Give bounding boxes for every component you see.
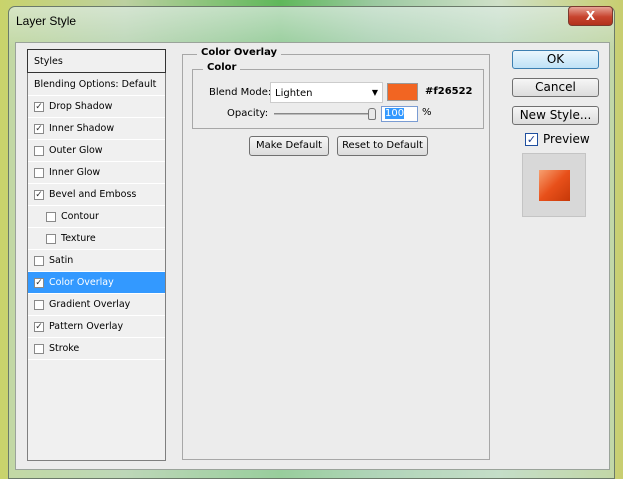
checkbox-icon[interactable]	[34, 255, 44, 266]
style-item[interactable]: Inner Glow	[28, 162, 165, 184]
preview-swatch	[539, 170, 570, 201]
style-item-label: Gradient Overlay	[49, 299, 131, 310]
style-item-label: Pattern Overlay	[49, 321, 124, 332]
preview-checkbox[interactable]: ✓ Preview	[525, 132, 590, 146]
styles-list: Styles Blending Options: Default ✓ Drop Sh…	[27, 49, 166, 461]
blend-mode-value: Lighten	[275, 88, 313, 99]
style-item-label: Stroke	[49, 343, 80, 354]
style-item[interactable]: Blending Options: Default	[28, 74, 165, 96]
opacity-slider-track[interactable]	[274, 113, 376, 115]
checkbox-icon[interactable]	[34, 167, 44, 178]
color-group-title: Color	[203, 62, 241, 73]
color-overlay-title: Color Overlay	[197, 47, 282, 58]
checkbox-checked-icon[interactable]: ✓	[34, 189, 44, 200]
checkbox-checked-icon: ✓	[525, 132, 538, 146]
style-item[interactable]: ✓ Drop Shadow	[28, 96, 165, 118]
style-item-label: Outer Glow	[49, 145, 103, 156]
style-item-label: Inner Glow	[49, 167, 101, 178]
style-item[interactable]: ✓ Color Overlay	[28, 272, 165, 294]
opacity-input[interactable]: 100	[381, 106, 418, 122]
new-style-button[interactable]: New Style...	[512, 106, 599, 125]
preview-thumbnail	[522, 153, 586, 217]
style-item-label: Satin	[49, 255, 74, 266]
styles-header[interactable]: Styles	[27, 49, 166, 73]
checkbox-icon[interactable]	[34, 343, 44, 354]
opacity-value: 100	[385, 108, 405, 119]
color-hex: #f26522	[425, 86, 473, 97]
ok-button[interactable]: OK	[512, 50, 599, 69]
reset-to-default-button[interactable]: Reset to Default	[337, 136, 428, 156]
cancel-button[interactable]: Cancel	[512, 78, 599, 97]
checkbox-checked-icon[interactable]: ✓	[34, 123, 44, 134]
make-default-button[interactable]: Make Default	[249, 136, 329, 156]
close-button[interactable]: X	[568, 6, 613, 26]
color-swatch[interactable]	[387, 83, 418, 101]
style-item[interactable]: Stroke	[28, 338, 165, 360]
checkbox-checked-icon[interactable]: ✓	[34, 277, 44, 288]
chevron-down-icon: ▼	[371, 88, 378, 97]
checkbox-icon[interactable]	[34, 299, 44, 310]
style-item-label: Texture	[61, 233, 96, 244]
style-item[interactable]: ✓ Inner Shadow	[28, 118, 165, 140]
preview-label: Preview	[543, 132, 590, 146]
checkbox-icon[interactable]	[46, 211, 56, 222]
style-item-label: Blending Options: Default	[34, 79, 157, 90]
style-item[interactable]: Contour	[28, 206, 165, 228]
style-item[interactable]: Texture	[28, 228, 165, 250]
style-item-label: Bevel and Emboss	[49, 189, 137, 200]
style-item[interactable]: Outer Glow	[28, 140, 165, 162]
opacity-unit: %	[422, 107, 432, 118]
style-item-label: Inner Shadow	[49, 123, 115, 134]
window-title: Layer Style	[16, 14, 77, 28]
style-item-label: Color Overlay	[49, 277, 114, 288]
opacity-slider-thumb[interactable]	[368, 108, 376, 120]
style-item[interactable]: Gradient Overlay	[28, 294, 165, 316]
blend-mode-select[interactable]: Lighten ▼	[270, 82, 383, 103]
style-item[interactable]: Satin	[28, 250, 165, 272]
blend-mode-label: Blend Mode:	[209, 87, 272, 98]
checkbox-icon[interactable]	[34, 145, 44, 156]
style-item[interactable]: ✓ Bevel and Emboss	[28, 184, 165, 206]
opacity-label: Opacity:	[227, 108, 269, 119]
checkbox-icon[interactable]	[46, 233, 56, 244]
style-item[interactable]: ✓ Pattern Overlay	[28, 316, 165, 338]
style-item-label: Drop Shadow	[49, 101, 113, 112]
checkbox-checked-icon[interactable]: ✓	[34, 101, 44, 112]
checkbox-checked-icon[interactable]: ✓	[34, 321, 44, 332]
style-item-label: Contour	[61, 211, 99, 222]
